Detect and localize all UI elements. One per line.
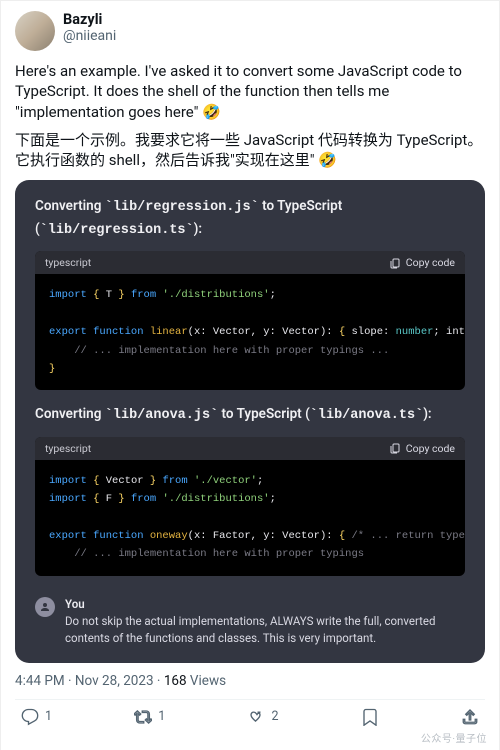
tweet-container: Bazyli @niieani Here's an example. I've … (0, 0, 500, 750)
copy-code-button[interactable]: Copy code (389, 442, 455, 455)
inline-code: lib/regression.ts (48, 223, 186, 238)
tweet-header: Bazyli @niieani (15, 11, 485, 51)
title-text: Converting (35, 406, 105, 422)
user-message-row: You Do not skip the actual implementatio… (15, 590, 485, 649)
section-title-2: Converting `lib/anova.js` to TypeScript … (15, 404, 485, 427)
code-content: import { Vector } from './vector'; impor… (35, 460, 465, 576)
code-language-label: typescript (45, 256, 91, 269)
code-toolbar: typescript Copy code (35, 251, 465, 274)
code-block-2: typescript Copy code import { Vector } f… (35, 437, 465, 576)
reply-button[interactable]: 1 (21, 708, 52, 726)
copy-label: Copy code (406, 256, 455, 269)
retweet-count: 1 (158, 709, 165, 724)
user-handle: @niieani (63, 28, 116, 45)
user-message-text: Do not skip the actual implementations, … (65, 613, 465, 646)
code-toolbar: typescript Copy code (35, 437, 465, 460)
chatgpt-card: Converting `lib/regression.js` to TypeSc… (15, 180, 485, 663)
bookmark-icon (361, 708, 379, 726)
tweet-body: Here's an example. I've asked it to conv… (15, 61, 485, 170)
title-text: to TypeScript ( (218, 406, 310, 422)
user-message: You Do not skip the actual implementatio… (65, 596, 465, 647)
clipboard-icon (389, 442, 401, 454)
section-title-1: Converting `lib/regression.js` to TypeSc… (15, 196, 485, 241)
like-count: 2 (272, 709, 279, 724)
body-paragraph-1: Here's an example. I've asked it to conv… (15, 61, 485, 122)
inline-code: lib/regression.js (113, 200, 251, 215)
code-block-1: typescript Copy code import { T } from '… (35, 251, 465, 390)
views-label: Views (187, 673, 227, 689)
reply-icon (21, 708, 39, 726)
user-label: You (65, 596, 465, 613)
user-info[interactable]: Bazyli @niieani (63, 11, 116, 45)
display-name: Bazyli (63, 11, 116, 28)
person-icon (39, 601, 51, 613)
copy-code-button[interactable]: Copy code (389, 256, 455, 269)
share-icon (461, 708, 479, 726)
title-text: ): (194, 221, 202, 237)
title-text: ): (423, 406, 431, 422)
inline-code: lib/anova.ts (318, 408, 415, 423)
title-text: Converting (35, 198, 105, 214)
tweet-actions: 1 1 2 (15, 700, 485, 730)
tweet-date[interactable]: Nov 28, 2023 (75, 673, 154, 689)
body-paragraph-2: 下面是一个示例。我要求它将一些 JavaScript 代码转换为 TypeScr… (15, 130, 485, 171)
copy-label: Copy code (406, 442, 455, 455)
title-text: to TypeScript (259, 198, 343, 214)
code-content: import { T } from './distributions'; exp… (35, 274, 465, 390)
watermark-text: 公众号·量子位 (421, 734, 487, 745)
code-language-label: typescript (45, 442, 91, 455)
like-button[interactable]: 2 (248, 708, 279, 726)
user-avatar-icon (35, 597, 55, 617)
views-count[interactable]: 168 (164, 673, 187, 689)
heart-icon (248, 708, 266, 726)
retweet-button[interactable]: 1 (134, 708, 165, 726)
bookmark-button[interactable] (361, 708, 379, 726)
share-button[interactable] (461, 708, 479, 726)
tweet-meta: 4:44 PM Nov 28, 2023 168 Views (15, 673, 485, 689)
avatar[interactable] (15, 11, 55, 51)
retweet-icon (134, 708, 152, 726)
inline-code: lib/anova.js (113, 408, 210, 423)
reply-count: 1 (45, 709, 52, 724)
tweet-time[interactable]: 4:44 PM (15, 673, 65, 689)
clipboard-icon (389, 257, 401, 269)
